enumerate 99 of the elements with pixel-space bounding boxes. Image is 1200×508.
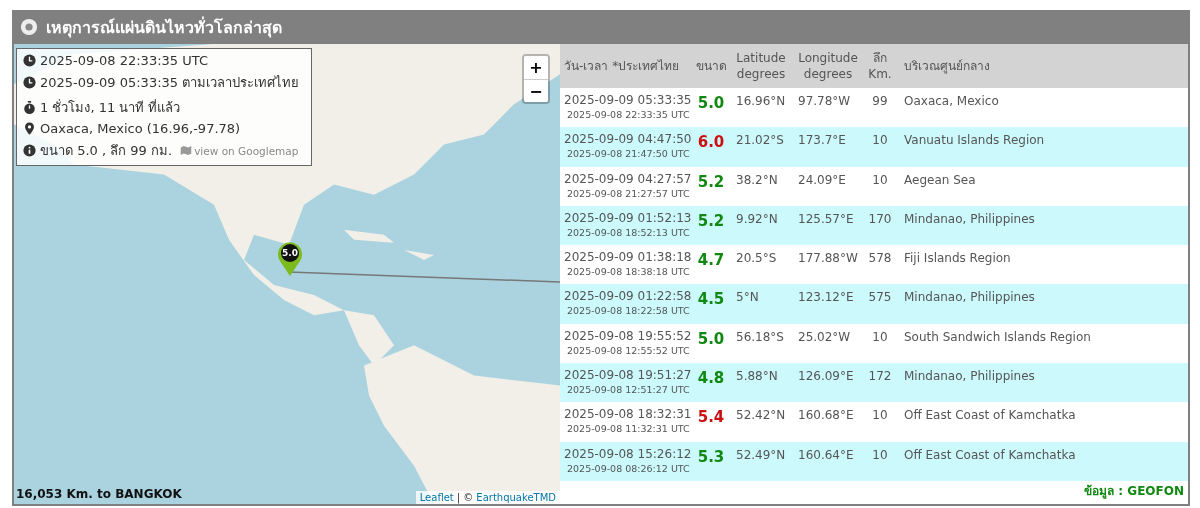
magnitude-cell-text: 6.0 (696, 132, 726, 154)
leaflet-link[interactable]: Leaflet (419, 492, 454, 503)
region-cell-text: Vanuatu Islands Region (903, 132, 1046, 150)
attribution-separator: | © (456, 492, 474, 503)
googlemap-link[interactable]: view on Googlemap (180, 144, 299, 157)
magnitude-cell-text: 5.2 (696, 171, 726, 193)
longitude-cell-text: 173.7°E (797, 132, 847, 150)
magnitude-cell-text: 5.2 (696, 210, 726, 232)
local-time-cell: 2025-09-09 05:33:35 (564, 91, 692, 108)
latitude-cell-text: 52.49°N (735, 446, 787, 464)
utc-time-cell-text: 2025-09-08 08:26:12 UTC (566, 461, 690, 476)
longitude-cell-text: 24.09°E (797, 171, 847, 189)
map-marker[interactable]: 5.0 (276, 241, 304, 277)
magnitude-depth-text: ขนาด 5.0 , ลึก 99 กม. (40, 142, 173, 160)
data-source: ข้อมูล : GEOFON (1084, 483, 1184, 501)
column-header: Latitude degrees (735, 49, 787, 82)
magnitude-cell-text: 5.0 (696, 328, 726, 350)
local-time-cell: 2025-09-08 19:55:52 (564, 327, 692, 344)
local-time-cell: 2025-09-08 19:51:27 (564, 367, 692, 384)
magnitude-cell-text: 5.4 (696, 407, 726, 429)
map-icon (180, 145, 193, 156)
longitude-cell-text: 160.64°E (797, 446, 855, 464)
column-header: วัน-เวลา *ประเทศไทย (563, 57, 681, 74)
column-header: ขนาด (694, 57, 728, 74)
latitude-cell-text: 9.92°N (735, 210, 779, 228)
utc-time-cell-text: 2025-09-08 12:51:27 UTC (566, 383, 690, 398)
depth-cell-text: 10 (871, 446, 889, 464)
local-time-cell: 2025-09-08 15:26:12 (564, 445, 692, 462)
utc-time: 2025-09-08 22:33:35 UTC (40, 53, 208, 68)
region-cell-text: Off East Coast of Kamchatka (903, 407, 1077, 425)
magnitude-cell-text: 5.0 (696, 92, 726, 114)
utc-time-cell-text: 2025-09-08 11:32:31 UTC (566, 422, 690, 437)
longitude-cell-text: 126.09°E (797, 368, 855, 386)
region-cell-text: Fiji Islands Region (903, 250, 1012, 268)
source-link[interactable]: EarthquakeTMD (476, 492, 556, 503)
region-cell-text: Off East Coast of Kamchatka (903, 446, 1077, 464)
magnitude-cell-text: 5.3 (696, 446, 726, 468)
longitude-cell-text: 97.78°W (797, 92, 852, 110)
stopwatch-icon (23, 100, 36, 114)
magnitude-cell-text: 4.8 (696, 368, 726, 390)
depth-cell-text: 10 (871, 171, 889, 189)
latitude-cell-text: 16.96°N (735, 92, 787, 110)
local-time-cell: 2025-09-09 01:22:58 (564, 288, 692, 305)
utc-time-cell-text: 2025-09-08 21:27:57 UTC (566, 186, 690, 201)
region-cell-text: Oaxaca, Mexico (903, 92, 1000, 110)
local-time-cell: 2025-09-09 01:38:18 (564, 249, 692, 266)
location-pin-icon (23, 122, 36, 136)
local-time-cell: 2025-09-08 18:32:31 (564, 406, 692, 423)
longitude-cell-text: 160.68°E (797, 407, 855, 425)
utc-time-cell-text: 2025-09-08 18:38:18 UTC (566, 265, 690, 280)
zoom-in-button[interactable]: + (524, 56, 548, 79)
depth-cell-text: 99 (871, 92, 889, 110)
column-header: ลึก Km. (867, 49, 893, 82)
zoom-out-button[interactable]: − (524, 79, 548, 102)
magnitude-cell-text: 4.5 (696, 289, 726, 311)
elapsed-time: 1 ชั่วโมง, 11 นาที ที่แล้ว (40, 98, 181, 117)
location-text: Oaxaca, Mexico (16.96,-97.78) (40, 121, 241, 137)
utc-time-cell-text: 2025-09-08 18:22:58 UTC (566, 304, 690, 319)
depth-cell-text: 170 (867, 210, 893, 228)
latitude-cell-text: 52.42°N (735, 407, 787, 425)
latitude-cell-text: 5.88°N (735, 368, 779, 386)
local-time-cell: 2025-09-09 04:47:50 (564, 131, 692, 148)
utc-time-cell-text: 2025-09-08 22:33:35 UTC (566, 107, 690, 122)
utc-time-cell-text: 2025-09-08 18:52:13 UTC (566, 225, 690, 240)
latitude-cell-text: 20.5°S (735, 250, 778, 268)
region-cell-text: Aegean Sea (903, 171, 977, 189)
column-header: Longitude degrees (797, 49, 859, 82)
utc-time-cell-text: 2025-09-08 21:47:50 UTC (566, 147, 690, 162)
panel-title: เหตุการณ์แผ่นดินไหวทั่วโลกล่าสุด (46, 15, 282, 40)
depth-cell-text: 10 (871, 407, 889, 425)
clock-icon (23, 54, 36, 67)
longitude-cell-text: 123.12°E (797, 289, 855, 307)
latitude-cell-text: 38.2°N (735, 171, 779, 189)
local-time: 2025-09-09 05:33:35 ตามเวลาประเทศไทย (40, 73, 300, 92)
map-view[interactable] (14, 44, 560, 504)
latitude-cell-text: 5°N (735, 289, 760, 307)
magnitude-cell-text: 4.7 (696, 250, 726, 272)
depth-cell-text: 10 (871, 328, 889, 346)
region-cell-text: South Sandwich Islands Region (903, 328, 1092, 346)
clock-icon (23, 75, 36, 89)
region-cell-text: Mindanao, Philippines (903, 210, 1036, 228)
local-time-cell: 2025-09-09 01:52:13 (564, 209, 692, 226)
record-icon (20, 18, 38, 36)
latitude-cell-text: 21.02°S (735, 132, 785, 150)
depth-cell-text: 578 (867, 250, 893, 268)
distance-label: 16,053 Km. to BANGKOK (16, 487, 182, 501)
longitude-cell-text: 25.02°W (797, 328, 852, 346)
region-cell-text: Mindanao, Philippines (903, 289, 1036, 307)
depth-cell-text: 575 (867, 289, 893, 307)
info-icon (23, 144, 36, 157)
latitude-cell-text: 56.18°S (735, 328, 785, 346)
longitude-cell-text: 177.88°W (797, 250, 859, 268)
depth-cell-text: 172 (867, 368, 893, 386)
column-header: บริเวณศูนย์กลาง (903, 57, 991, 74)
utc-time-cell-text: 2025-09-08 12:55:52 UTC (566, 343, 690, 358)
longitude-cell-text: 125.57°E (797, 210, 855, 228)
region-cell-text: Mindanao, Philippines (903, 368, 1036, 386)
depth-cell-text: 10 (871, 132, 889, 150)
local-time-cell: 2025-09-09 04:27:57 (564, 170, 692, 187)
